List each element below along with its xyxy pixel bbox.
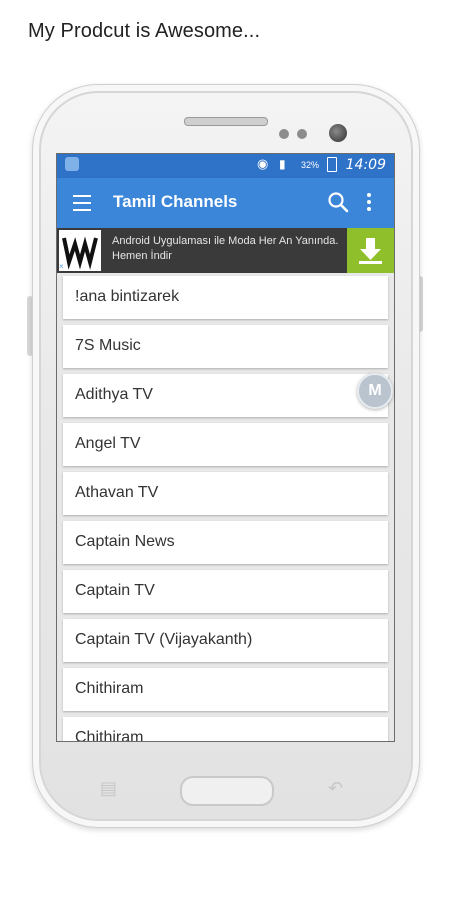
ad-download-button[interactable]: [347, 228, 394, 273]
search-icon[interactable]: [327, 191, 349, 213]
list-item-label: Captain TV: [75, 582, 155, 599]
phone-screen: ◉ ▮ 32% 14:09 Tamil Channels × Android U…: [56, 153, 395, 742]
list-item[interactable]: Chithiram: [63, 717, 388, 742]
home-button[interactable]: [180, 776, 274, 806]
list-item[interactable]: Angel TV: [63, 423, 388, 466]
download-icon: [359, 238, 382, 264]
list-item[interactable]: Captain TV (Vijayakanth): [63, 619, 388, 662]
list-item-label: Adithya TV: [75, 386, 153, 403]
toolbar-title: Tamil Channels: [113, 192, 238, 211]
list-item-label: !ana bintizarek: [75, 288, 180, 305]
list-item-label: Chithiram: [75, 729, 144, 742]
proximity-sensor: [279, 129, 289, 139]
list-item[interactable]: Athavan TV: [63, 472, 388, 515]
light-sensor: [297, 129, 307, 139]
app-toolbar: Tamil Channels: [57, 178, 394, 228]
wifi-icon: ◉: [257, 156, 269, 171]
brand-logo-icon: [59, 230, 101, 271]
list-item-label: Captain TV (Vijayakanth): [75, 631, 253, 648]
status-bar: ◉ ▮ 32% 14:09: [57, 154, 394, 178]
menu-key-icon[interactable]: ▤: [100, 778, 117, 799]
battery-icon: [327, 157, 337, 172]
signal-icon: ▮: [279, 157, 286, 171]
list-item[interactable]: Chithiram: [63, 668, 388, 711]
list-item[interactable]: !ana bintizarek: [63, 276, 388, 319]
list-item-label: Chithiram: [75, 680, 144, 697]
front-camera: [329, 124, 347, 142]
list-item[interactable]: 7S Music: [63, 325, 388, 368]
list-item[interactable]: Captain News: [63, 521, 388, 564]
list-item[interactable]: Adithya TV: [63, 374, 388, 417]
menu-icon[interactable]: [73, 195, 91, 211]
battery-percent: 32%: [301, 160, 320, 170]
channel-list: !ana bintizarek 7S Music Adithya TV Ange…: [57, 273, 394, 742]
list-item-label: 7S Music: [75, 337, 141, 354]
earpiece-speaker: [184, 117, 268, 126]
promo-caption: My Prodcut is Awesome...: [28, 20, 261, 42]
list-item-label: Captain News: [75, 533, 175, 550]
ad-text: Android Uygulaması ile Moda Her An Yanın…: [112, 235, 339, 262]
floating-m-badge[interactable]: M: [357, 373, 393, 409]
more-vert-icon[interactable]: [363, 193, 375, 213]
ad-banner[interactable]: × Android Uygulaması ile Moda Her An Yan…: [57, 228, 394, 273]
list-item-label: Angel TV: [75, 435, 141, 452]
list-item-label: Athavan TV: [75, 484, 159, 501]
back-key-icon[interactable]: ↶: [328, 778, 343, 799]
app-notification-icon: [65, 157, 79, 171]
status-time: 14:09: [345, 157, 386, 173]
ad-close-button[interactable]: ×: [59, 262, 64, 271]
list-item[interactable]: Captain TV: [63, 570, 388, 613]
